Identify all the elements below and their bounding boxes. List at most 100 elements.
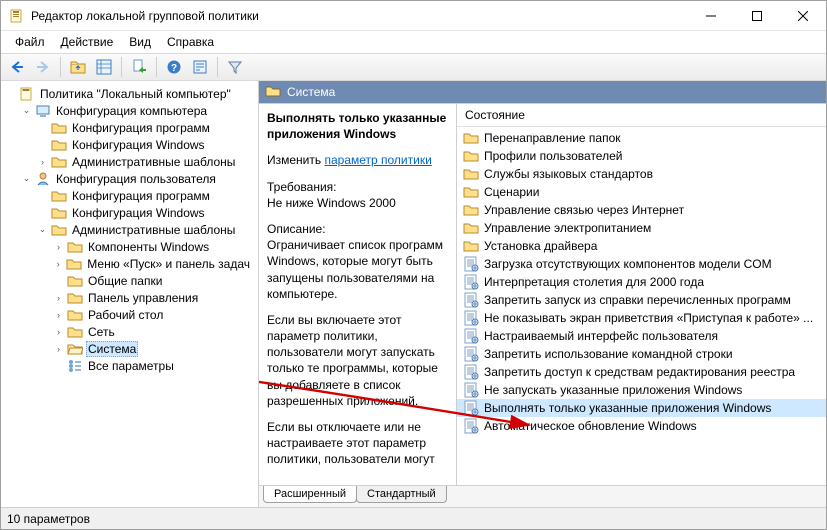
tree-item[interactable]: ›Административные шаблоны — [37, 153, 258, 170]
list-item[interactable]: Профили пользователей — [457, 147, 826, 165]
folder-up-button[interactable] — [66, 55, 90, 79]
list-column-header[interactable]: Состояние — [457, 104, 826, 127]
filter-button[interactable] — [223, 55, 247, 79]
list-item[interactable]: Запретить запуск из справки перечисленны… — [457, 291, 826, 309]
settings-list[interactable]: Перенаправление папок Профили пользовател… — [457, 127, 826, 485]
list-item[interactable]: Сценарии — [457, 183, 826, 201]
list-item[interactable]: Загрузка отсутствующих компонентов модел… — [457, 255, 826, 273]
folder-icon — [463, 202, 479, 218]
menu-file[interactable]: Файл — [7, 33, 53, 51]
list-item[interactable]: Запретить доступ к средствам редактирова… — [457, 363, 826, 381]
list-item[interactable]: Не показывать экран приветствия «Приступ… — [457, 309, 826, 327]
description-text: Если вы отключаете или не настраиваете э… — [267, 419, 448, 468]
tree-item[interactable]: Конфигурация Windows — [37, 204, 258, 221]
app-icon — [9, 8, 25, 24]
list-item[interactable]: Выполнять только указанные приложения Wi… — [457, 399, 826, 417]
tree-item[interactable]: Конфигурация программ — [37, 187, 258, 204]
folder-open-icon — [67, 341, 83, 357]
expand-icon[interactable]: › — [53, 242, 64, 252]
collapse-icon[interactable]: ⌄ — [21, 105, 32, 116]
toolbar-separator — [60, 57, 61, 77]
list-item[interactable]: Управление электропитанием — [457, 219, 826, 237]
menu-action[interactable]: Действие — [53, 33, 122, 51]
tree-user-config[interactable]: ⌄ Конфигурация пользователя — [21, 170, 258, 187]
policy-setting-icon — [463, 382, 479, 398]
expand-icon[interactable]: › — [53, 327, 64, 337]
navigation-tree[interactable]: Политика "Локальный компьютер" ⌄ Конфигу… — [1, 81, 259, 507]
list-item-label: Запретить доступ к средствам редактирова… — [484, 365, 795, 379]
list-item[interactable]: Установка драйвера — [457, 237, 826, 255]
help-button[interactable]: ? — [162, 55, 186, 79]
menu-help[interactable]: Справка — [159, 33, 222, 51]
tree-computer-config[interactable]: ⌄ Конфигурация компьютера — [21, 102, 258, 119]
edit-policy-link[interactable]: параметр политики — [324, 153, 431, 167]
tree-item[interactable]: Общие папки — [53, 272, 258, 289]
window-title: Редактор локальной групповой политики — [31, 9, 688, 23]
collapse-icon[interactable]: ⌄ — [21, 173, 32, 184]
expand-icon[interactable]: › — [53, 344, 64, 354]
tree-admin-templates[interactable]: ⌄Административные шаблоны — [37, 221, 258, 238]
folder-icon — [67, 307, 83, 323]
tree-root[interactable]: Политика "Локальный компьютер" — [5, 85, 258, 102]
user-icon — [35, 171, 51, 187]
folder-icon — [463, 184, 479, 200]
folder-icon — [463, 220, 479, 236]
policy-root-icon — [19, 86, 35, 102]
folder-icon — [51, 120, 67, 136]
policy-setting-icon — [463, 364, 479, 380]
export-button[interactable] — [127, 55, 151, 79]
forward-button[interactable] — [31, 55, 55, 79]
tree-item[interactable]: ›Сеть — [53, 323, 258, 340]
close-button[interactable] — [780, 1, 826, 31]
folder-icon — [51, 188, 67, 204]
toolbar-separator — [156, 57, 157, 77]
tab-extended[interactable]: Расширенный — [263, 486, 357, 503]
collapse-icon[interactable]: ⌄ — [37, 224, 48, 235]
expand-icon[interactable]: › — [53, 259, 63, 269]
tree-item[interactable]: ›Меню «Пуск» и панель задач — [53, 255, 258, 272]
folder-icon — [66, 256, 82, 272]
tree-item[interactable]: ›Компоненты Windows — [53, 238, 258, 255]
list-view-button[interactable] — [92, 55, 116, 79]
requirements-value: Не ниже Windows 2000 — [267, 195, 448, 211]
menubar: Файл Действие Вид Справка — [1, 31, 826, 53]
list-item[interactable]: Управление связью через Интернет — [457, 201, 826, 219]
list-item-label: Сценарии — [484, 185, 539, 199]
tree-item-system[interactable]: ›Система — [53, 340, 258, 357]
list-item[interactable]: Автоматическое обновление Windows — [457, 417, 826, 435]
detail-header: Система — [259, 81, 826, 103]
expand-icon[interactable]: › — [53, 310, 64, 320]
minimize-button[interactable] — [688, 1, 734, 31]
description-text: Ограничивает список программ Windows, ко… — [267, 237, 448, 302]
expand-icon[interactable]: › — [37, 157, 48, 167]
list-item[interactable]: Настраиваемый интерфейс пользователя — [457, 327, 826, 345]
menu-view[interactable]: Вид — [121, 33, 159, 51]
tree-item[interactable]: ›Рабочий стол — [53, 306, 258, 323]
list-item[interactable]: Интерпретация столетия для 2000 года — [457, 273, 826, 291]
list-item-label: Профили пользователей — [484, 149, 622, 163]
list-item[interactable]: Службы языковых стандартов — [457, 165, 826, 183]
folder-icon — [463, 166, 479, 182]
properties-button[interactable] — [188, 55, 212, 79]
list-item[interactable]: Запретить использование командной строки — [457, 345, 826, 363]
tab-standard[interactable]: Стандартный — [356, 486, 447, 503]
list-item-label: Запретить использование командной строки — [484, 347, 733, 361]
policy-setting-icon — [463, 274, 479, 290]
list-item[interactable]: Не запускать указанные приложения Window… — [457, 381, 826, 399]
folder-icon — [51, 137, 67, 153]
policy-setting-icon — [463, 292, 479, 308]
tree-item[interactable]: Конфигурация Windows — [37, 136, 258, 153]
back-button[interactable] — [5, 55, 29, 79]
maximize-button[interactable] — [734, 1, 780, 31]
list-item-label: Перенаправление папок — [484, 131, 621, 145]
tree-item[interactable]: Конфигурация программ — [37, 119, 258, 136]
toolbar-separator — [217, 57, 218, 77]
list-item-label: Настраиваемый интерфейс пользователя — [484, 329, 718, 343]
list-item-label: Управление электропитанием — [484, 221, 651, 235]
tree-item-all-settings[interactable]: Все параметры — [53, 357, 258, 374]
expand-icon[interactable]: › — [53, 293, 64, 303]
list-item[interactable]: Перенаправление папок — [457, 129, 826, 147]
policy-name: Выполнять только указанные приложения Wi… — [267, 110, 448, 142]
tree-item[interactable]: ›Панель управления — [53, 289, 258, 306]
toolbar-separator — [121, 57, 122, 77]
